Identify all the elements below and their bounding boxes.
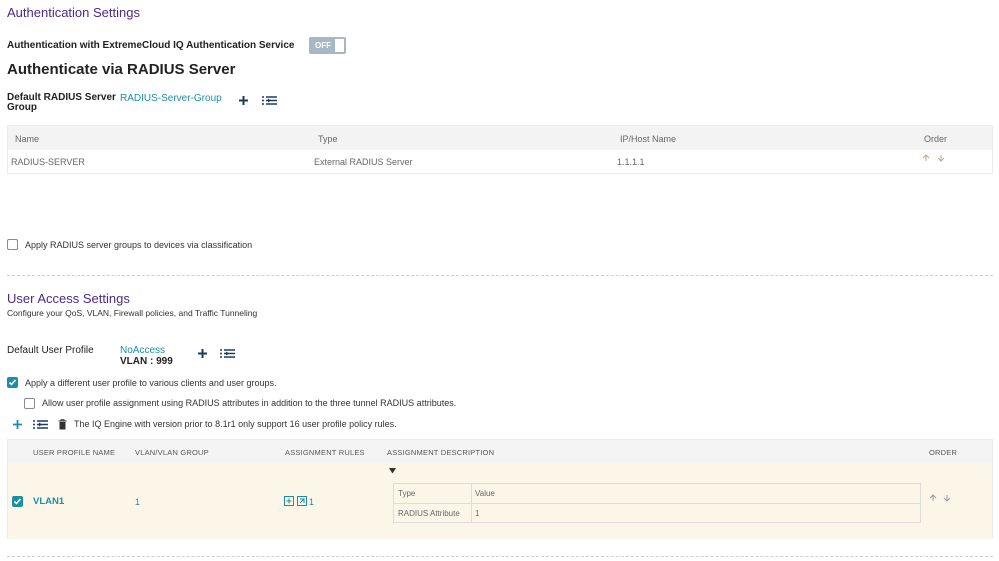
classification-checkbox[interactable] bbox=[7, 239, 18, 250]
section-divider bbox=[7, 275, 993, 276]
col-order-header: ORDER bbox=[929, 448, 958, 457]
default-user-profile-label: Default User Profile bbox=[7, 345, 94, 356]
trash-icon[interactable] bbox=[57, 418, 67, 430]
desc-type-header: Type bbox=[398, 489, 416, 498]
col-rules-header: ASSIGNMENT RULES bbox=[285, 448, 365, 457]
default-radius-group-label: Default RADIUS Server Group bbox=[7, 92, 116, 113]
default-radius-group-link[interactable]: RADIUS-Server-Group bbox=[120, 93, 222, 104]
engine-version-note: The IQ Engine with version prior to 8.1r… bbox=[74, 419, 397, 429]
user-access-subtitle: Configure your QoS, VLAN, Firewall polic… bbox=[7, 308, 258, 318]
select-list-icon[interactable] bbox=[261, 94, 278, 106]
default-profile-vlan: VLAN : 999 bbox=[120, 356, 173, 367]
default-user-profile-link[interactable]: NoAccess bbox=[120, 345, 165, 356]
row-move-down-icon[interactable] bbox=[942, 493, 951, 502]
toggle-off-label: OFF bbox=[311, 39, 335, 52]
desc-value-header: Value bbox=[475, 489, 495, 498]
allow-radius-label: Allow user profile assignment using RADI… bbox=[42, 398, 457, 408]
assignment-edit-icon[interactable] bbox=[297, 496, 307, 506]
bottom-divider bbox=[7, 556, 993, 557]
col-name-header: Name bbox=[15, 134, 40, 144]
col-type-header: Type bbox=[318, 134, 338, 144]
user-profile-table: USER PROFILE NAME VLAN/VLAN GROUP ASSIGN… bbox=[7, 439, 993, 539]
add-rule-icon[interactable] bbox=[11, 418, 23, 430]
desc-value-value: 1 bbox=[475, 509, 480, 518]
row-vlan-value: 1 bbox=[135, 497, 141, 507]
assignment-rules-count: 1 bbox=[309, 497, 315, 507]
expand-caret-icon[interactable] bbox=[388, 466, 396, 474]
assignment-description-table: Type Value RADIUS Attribute 1 bbox=[393, 483, 921, 523]
select-profile-icon[interactable] bbox=[219, 347, 236, 359]
desc-type-value: RADIUS Attribute bbox=[398, 509, 460, 518]
add-profile-icon[interactable] bbox=[196, 347, 208, 359]
row-select-checkbox[interactable] bbox=[12, 496, 23, 507]
apply-different-profile-checkbox[interactable] bbox=[7, 377, 18, 388]
row-move-up-icon[interactable] bbox=[928, 493, 937, 502]
extreme-auth-label: Authentication with ExtremeCloud IQ Auth… bbox=[7, 40, 295, 51]
radius-title: Authenticate via RADIUS Server bbox=[7, 61, 236, 78]
auth-section-title: Authentication Settings bbox=[7, 5, 140, 20]
extreme-auth-toggle[interactable]: OFF bbox=[309, 37, 346, 54]
radius-row-ip: 1.1.1.1 bbox=[617, 157, 645, 167]
assignment-add-icon[interactable] bbox=[284, 496, 294, 506]
radius-row-type: External RADIUS Server bbox=[314, 157, 413, 167]
radius-row-name: RADIUS-SERVER bbox=[11, 157, 85, 167]
col-desc-header: ASSIGNMENT DESCRIPTION bbox=[387, 448, 495, 457]
col-profile-name-header: USER PROFILE NAME bbox=[33, 448, 116, 457]
col-ip-header: IP/Host Name bbox=[620, 134, 677, 144]
table-row[interactable]: VLAN1 1 1 Type Value RADIUS Attribute 1 bbox=[8, 463, 992, 539]
select-rule-icon[interactable] bbox=[32, 418, 49, 430]
apply-different-profile-label: Apply a different user profile to variou… bbox=[25, 378, 277, 388]
radius-server-table: Name Type IP/Host Name Order RADIUS-SERV… bbox=[7, 125, 993, 174]
col-vlan-header: VLAN/VLAN GROUP bbox=[135, 448, 209, 457]
add-icon[interactable] bbox=[237, 94, 249, 106]
radius-table-header bbox=[8, 126, 992, 150]
user-access-section-title: User Access Settings bbox=[7, 291, 130, 306]
allow-radius-checkbox[interactable] bbox=[24, 398, 35, 409]
row-profile-name-link[interactable]: VLAN1 bbox=[33, 496, 64, 507]
move-down-icon[interactable] bbox=[936, 153, 945, 162]
col-order-header: Order bbox=[924, 134, 948, 144]
classification-label: Apply RADIUS server groups to devices vi… bbox=[25, 240, 253, 250]
move-up-icon[interactable] bbox=[921, 153, 930, 162]
